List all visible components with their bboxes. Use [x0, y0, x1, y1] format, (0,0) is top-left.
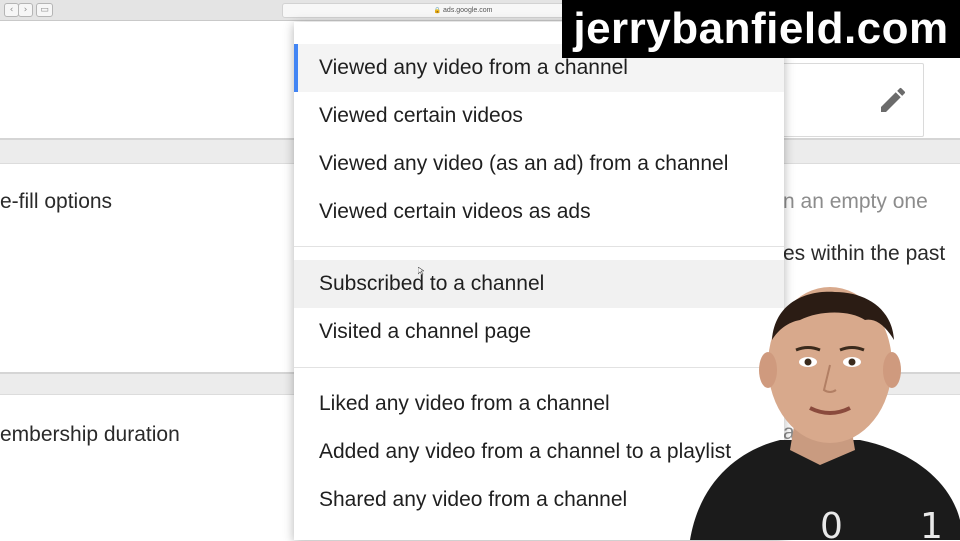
- menu-item-label: Viewed any video (as an ad) from a chann…: [319, 152, 729, 175]
- menu-item-label: Added any video from a channel to a play…: [319, 440, 732, 463]
- presenter-ear: [883, 352, 901, 388]
- menu-item-label: Visited a channel page: [319, 320, 532, 343]
- lock-icon: 🔒: [433, 8, 442, 14]
- menu-item-label: Viewed certain videos as ads: [319, 200, 591, 223]
- menu-item-viewed-certain-videos-as-ads[interactable]: Viewed certain videos as ads: [294, 188, 784, 236]
- presenter-pupil: [848, 358, 856, 366]
- shirt-print: 1: [920, 506, 943, 540]
- edit-field[interactable]: [770, 63, 924, 137]
- past-days-option-text[interactable]: es within the past: [783, 242, 945, 266]
- menu-divider: [294, 246, 784, 247]
- presenter-webcam: 0 1: [690, 287, 960, 540]
- brand-watermark: jerrybanfield.com: [562, 0, 960, 58]
- menu-item-label: Viewed any video from a channel: [319, 56, 628, 79]
- address-bar-url: ads.google.com: [443, 7, 493, 14]
- membership-duration-label: embership duration: [0, 423, 180, 446]
- pencil-icon[interactable]: [877, 84, 909, 116]
- menu-item-viewed-certain-videos[interactable]: Viewed certain videos: [294, 92, 784, 140]
- presenter-pupil: [804, 358, 812, 366]
- mouse-cursor-icon: [418, 267, 424, 275]
- presenter-ear: [759, 352, 777, 388]
- shirt-print: 0: [820, 506, 843, 540]
- empty-list-option-text[interactable]: n an empty one: [783, 190, 928, 214]
- menu-item-viewed-any-video-as-ad[interactable]: Viewed any video (as an ad) from a chann…: [294, 140, 784, 188]
- menu-item-label: Liked any video from a channel: [319, 392, 610, 415]
- menu-item-label: Shared any video from a channel: [319, 488, 628, 511]
- back-button[interactable]: ‹: [4, 3, 19, 17]
- menu-item-label: Viewed certain videos: [319, 104, 523, 127]
- prefill-options-label: e-fill options: [0, 190, 113, 213]
- menu-item-label: Subscribed to a channel: [319, 272, 545, 295]
- selected-indicator: [294, 44, 298, 92]
- sidebar-toggle-button[interactable]: ▭: [36, 3, 53, 17]
- forward-button[interactable]: ›: [18, 3, 33, 17]
